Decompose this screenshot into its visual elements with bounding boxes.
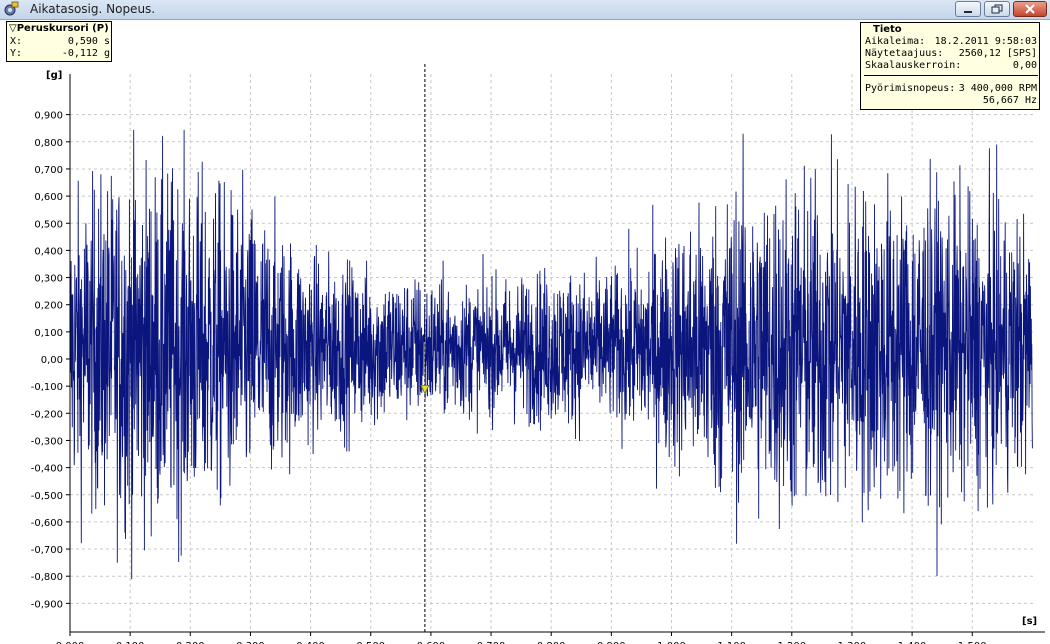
y-tick-label: -0,900 <box>31 599 63 610</box>
cursor-x-row: X: 0,590 s <box>10 36 110 48</box>
maximize-button[interactable] <box>984 1 1010 17</box>
cursor-title: Peruskursori (P) <box>16 23 109 34</box>
y-tick-label: -0,800 <box>31 572 63 583</box>
sample-rate-row: Näytetaajuus: 2560,12 [SPS] <box>865 48 1037 60</box>
time-signal-chart: 0,0000,1000,2000,3000,4000,5000,6000,700… <box>31 64 1045 644</box>
timestamp-label: Aikaleima: <box>865 36 926 47</box>
minimize-button[interactable] <box>955 1 981 17</box>
maximize-icon <box>991 4 1003 14</box>
timestamp-value: 18.2.2011 9:58:03 <box>934 36 1037 47</box>
rotation-rpm-value: 3 400,000 RPM <box>958 83 1037 94</box>
y-tick-label: -0,600 <box>31 518 63 529</box>
info-box[interactable]: Tieto Aikaleima: 18.2.2011 9:58:03 Näyte… <box>860 22 1040 110</box>
y-tick-label: 0,400 <box>34 246 63 257</box>
y-tick-label: -0,500 <box>31 491 63 502</box>
signal-line <box>69 129 1033 580</box>
time-signal-plot[interactable]: 0,0000,1000,2000,3000,4000,5000,6000,700… <box>0 20 1050 644</box>
cursor-info-box[interactable]: ▽Peruskursori (P) X: 0,590 s Y: -0,112 g <box>6 21 112 62</box>
scale-row: Skaalauskerroin: 0,00 <box>865 60 1037 72</box>
window-title: Aikatasosig. Nopeus. <box>30 2 156 16</box>
cursor-box-title: ▽Peruskursori (P) <box>9 23 109 34</box>
cursor-x-value: 0,590 s <box>67 36 110 47</box>
scale-label: Skaalauskerroin: <box>865 60 962 71</box>
signal-trace <box>69 129 1033 580</box>
rotation-hz-value: 56,667 Hz <box>982 95 1037 106</box>
y-tick-label: 0,900 <box>34 111 63 122</box>
y-tick-label: 0,200 <box>34 301 63 312</box>
y-tick-label: -0,300 <box>31 436 63 447</box>
timestamp-row: Aikaleima: 18.2.2011 9:58:03 <box>865 36 1037 48</box>
y-tick-label: 0,00 <box>41 355 63 366</box>
y-tick-label: -0,200 <box>31 409 63 420</box>
info-box-title: Tieto <box>873 24 902 35</box>
cursor-y-value: -0,112 g <box>61 48 110 59</box>
sample-rate-value: 2560,12 [SPS] <box>958 48 1037 59</box>
cursor-y-label: Y: <box>10 48 23 59</box>
sample-rate-label: Näytetaajuus: <box>865 48 944 59</box>
close-icon <box>1025 4 1035 14</box>
y-tick-label: 0,300 <box>34 274 63 285</box>
minimize-icon <box>964 11 972 13</box>
y-tick-label: 0,700 <box>34 165 63 176</box>
y-tick-label: -0,400 <box>31 464 63 475</box>
triangle-down-icon: ▽ <box>9 23 17 34</box>
rotation-label: Pyörimisnopeus: <box>865 83 956 94</box>
y-tick-label: 0,500 <box>34 219 63 230</box>
rotation-hz-row: 56,667 Hz <box>865 95 1037 107</box>
y-tick-label: 0,600 <box>34 192 63 203</box>
info-separator <box>864 75 1038 76</box>
y-tick-label: 0,800 <box>34 138 63 149</box>
window-titlebar: Aikatasosig. Nopeus. <box>0 0 1050 20</box>
close-button[interactable] <box>1013 1 1047 17</box>
y-tick-label: -0,700 <box>31 545 63 556</box>
y-tick-label: -0,100 <box>31 382 63 393</box>
scale-value: 0,00 <box>1012 60 1037 71</box>
app-icon <box>3 1 19 17</box>
y-tick-label: 0,100 <box>34 328 63 339</box>
x-axis-unit: [s] <box>1022 616 1038 627</box>
rotation-row: Pyörimisnopeus: 3 400,000 RPM <box>865 83 1037 95</box>
y-axis-unit: [g] <box>46 70 63 81</box>
cursor-y-row: Y: -0,112 g <box>10 48 110 60</box>
cursor-x-label: X: <box>10 36 23 47</box>
